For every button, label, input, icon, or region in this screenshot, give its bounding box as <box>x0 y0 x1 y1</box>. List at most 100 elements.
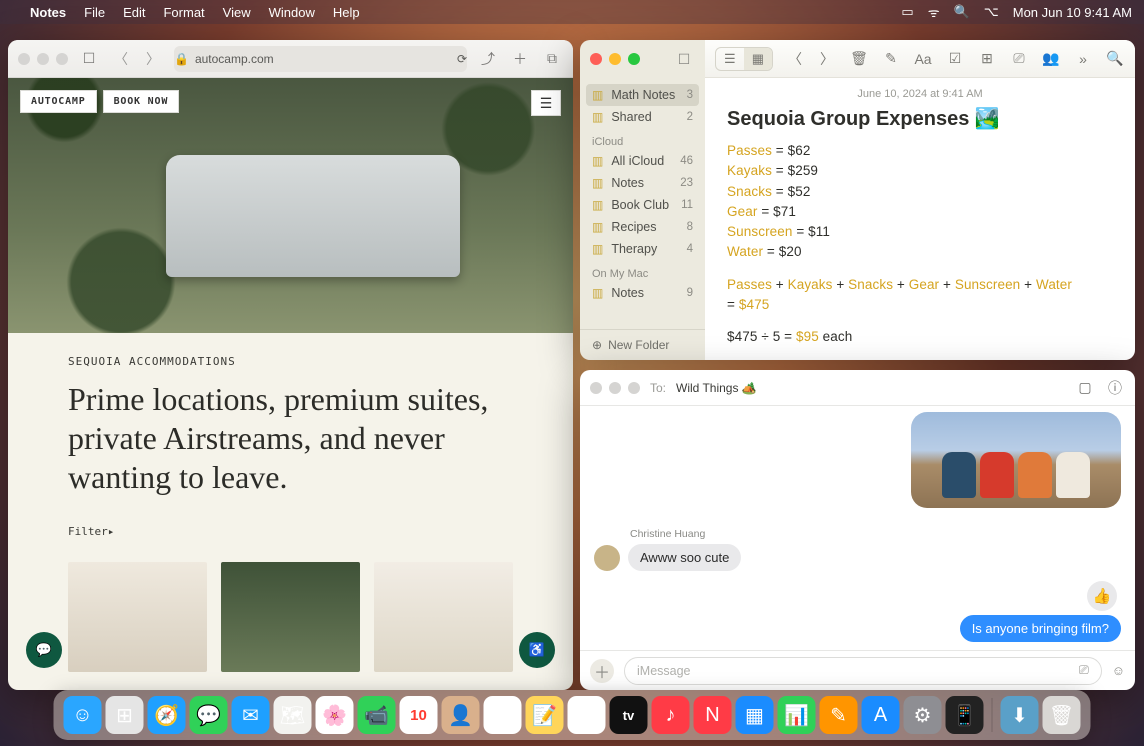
tapback-reaction[interactable]: 👍 <box>1087 581 1117 611</box>
book-now-button[interactable]: BOOK NOW <box>103 90 180 113</box>
accessibility-fab-icon[interactable]: ♿ <box>519 632 555 668</box>
dock-downloads-icon[interactable]: ⬇ <box>1001 696 1039 734</box>
dock-appstore-icon[interactable]: A <box>862 696 900 734</box>
wifi-icon[interactable]: ᯤ <box>928 3 940 21</box>
clock[interactable]: Mon Jun 10 9:41 AM <box>1013 5 1132 20</box>
sidebar-item-notes[interactable]: ▥Notes9 <box>580 282 705 304</box>
table-icon[interactable]: ⊞ <box>977 50 997 67</box>
dock-notes-icon[interactable]: 📝 <box>526 696 564 734</box>
sidebar-icon[interactable]: ☐ <box>78 50 100 67</box>
menu-file[interactable]: File <box>84 5 105 20</box>
menu-help[interactable]: Help <box>333 5 360 20</box>
hamburger-menu-icon[interactable]: ☰ <box>531 90 561 116</box>
tabs-icon[interactable]: ⧉ <box>541 50 563 67</box>
sidebar-section: iCloud <box>580 128 705 150</box>
window-controls[interactable] <box>590 53 640 65</box>
sidebar-item-book-club[interactable]: ▥Book Club11 <box>580 194 705 216</box>
note-body[interactable]: June 10, 2024 at 9:41 AM Sequoia Group E… <box>705 78 1135 357</box>
photo-attachment[interactable] <box>911 412 1121 508</box>
new-folder-button[interactable]: ⊕ New Folder <box>580 329 705 360</box>
trash-icon[interactable]: 🗑 <box>849 50 869 67</box>
voice-icon[interactable]: ⎚ <box>1079 663 1089 678</box>
dock-keynote-icon[interactable]: ▦ <box>736 696 774 734</box>
sidebar-item-count: 2 <box>687 111 693 123</box>
collaborate-icon[interactable]: 👥 <box>1041 50 1061 67</box>
new-tab-icon[interactable]: ＋ <box>509 49 531 69</box>
sidebar-item-all-icloud[interactable]: ▥All iCloud46 <box>580 150 705 172</box>
message-bubble[interactable]: Awww soo cute <box>628 544 741 571</box>
thumb-airstream-forest[interactable] <box>221 562 360 672</box>
dock-freeform-icon[interactable]: ✏ <box>568 696 606 734</box>
address-bar[interactable]: 🔒 autocamp.com ⟳ <box>174 46 467 72</box>
back-button[interactable]: 〈 <box>110 49 132 69</box>
dock-reminders-icon[interactable]: ☰ <box>484 696 522 734</box>
thumbnails <box>8 550 573 672</box>
checklist-icon[interactable]: ☑ <box>945 50 965 67</box>
message-input[interactable]: iMessage ⎚ <box>624 657 1102 685</box>
dock-pages-icon[interactable]: ✎ <box>820 696 858 734</box>
menu-edit[interactable]: Edit <box>123 5 145 20</box>
dock-launchpad-icon[interactable]: ⊞ <box>106 696 144 734</box>
apps-button-icon[interactable]: ＋ <box>590 659 614 683</box>
dock-maps-icon[interactable]: 🗺 <box>274 696 312 734</box>
dock-messages-icon[interactable]: 💬 <box>190 696 228 734</box>
thumb-suite-interior[interactable] <box>68 562 207 672</box>
format-icon[interactable]: Aa <box>913 51 933 67</box>
control-center-icon[interactable]: ⌥ <box>984 4 999 20</box>
sidebar-toggle-icon[interactable]: ☐ <box>673 51 695 68</box>
media-icon[interactable]: ⎚ <box>1009 50 1029 67</box>
info-icon[interactable]: ⓘ <box>1105 378 1125 398</box>
chat-fab-icon[interactable]: 💬 <box>26 632 62 668</box>
dock-numbers-icon[interactable]: 📊 <box>778 696 816 734</box>
dock-trash-icon[interactable]: 🗑 <box>1043 696 1081 734</box>
sidebar-item-math-notes[interactable]: ▥Math Notes3 <box>586 84 699 106</box>
dock-calendar-icon[interactable]: 10 <box>400 696 438 734</box>
battery-icon[interactable]: ▭ <box>901 4 913 20</box>
view-toggle[interactable]: ☰ ▦ <box>715 47 773 71</box>
dock-settings-icon[interactable]: ⚙ <box>904 696 942 734</box>
placeholder: iMessage <box>637 664 691 678</box>
menu-view[interactable]: View <box>223 5 251 20</box>
messages-thread[interactable]: Christine HuangAwww soo cute👍Is anyone b… <box>580 406 1135 650</box>
thumb-bedroom[interactable] <box>374 562 513 672</box>
spotlight-icon[interactable]: 🔍 <box>954 4 970 20</box>
more-icon[interactable]: » <box>1073 51 1093 67</box>
dock-tv-icon[interactable]: tv <box>610 696 648 734</box>
app-menu[interactable]: Notes <box>30 5 66 20</box>
grid-view-icon[interactable]: ▦ <box>744 48 772 70</box>
sidebar-item-shared[interactable]: ▥Shared2 <box>580 106 705 128</box>
sidebar-item-notes[interactable]: ▥Notes23 <box>580 172 705 194</box>
dock-contacts-icon[interactable]: 👤 <box>442 696 480 734</box>
back-icon[interactable]: 〈 <box>785 49 805 69</box>
message-bubble[interactable]: Is anyone bringing film? <box>960 615 1121 642</box>
dock-photos-icon[interactable]: 🌸 <box>316 696 354 734</box>
brand-badge[interactable]: AUTOCAMP <box>20 90 97 113</box>
forward-icon[interactable]: 〉 <box>817 49 837 69</box>
search-icon[interactable]: 🔍 <box>1105 50 1125 67</box>
dock-music-icon[interactable]: ♪ <box>652 696 690 734</box>
menu-format[interactable]: Format <box>163 5 204 20</box>
sidebar-item-recipes[interactable]: ▥Recipes8 <box>580 216 705 238</box>
filter-button[interactable]: Filter▸ <box>68 525 513 538</box>
window-controls[interactable] <box>590 382 640 394</box>
dock-facetime-icon[interactable]: 📹 <box>358 696 396 734</box>
dock-iphone-icon[interactable]: 📱 <box>946 696 984 734</box>
dock-news-icon[interactable]: N <box>694 696 732 734</box>
dock-safari-icon[interactable]: 🧭 <box>148 696 186 734</box>
avatar[interactable] <box>594 545 620 571</box>
facetime-icon[interactable]: ▢ <box>1075 379 1095 396</box>
forward-button[interactable]: 〉 <box>142 49 164 69</box>
list-view-icon[interactable]: ☰ <box>716 48 744 70</box>
safari-window: ☐ 〈 〉 🔒 autocamp.com ⟳ ⤴ ＋ ⧉ AUTOCAMP BO… <box>8 40 573 690</box>
dock-mail-icon[interactable]: ✉ <box>232 696 270 734</box>
compose-icon[interactable]: ✎ <box>881 50 901 67</box>
folder-icon: ▥ <box>592 286 603 300</box>
window-controls[interactable] <box>18 53 68 65</box>
sidebar-item-label: Math Notes <box>611 88 675 102</box>
menu-window[interactable]: Window <box>269 5 315 20</box>
share-icon[interactable]: ⤴ <box>477 49 499 69</box>
dock-finder-icon[interactable]: ☺ <box>64 696 102 734</box>
emoji-picker-icon[interactable]: ☺ <box>1112 663 1125 678</box>
sidebar-item-therapy[interactable]: ▥Therapy4 <box>580 238 705 260</box>
reload-icon[interactable]: ⟳ <box>457 52 467 66</box>
